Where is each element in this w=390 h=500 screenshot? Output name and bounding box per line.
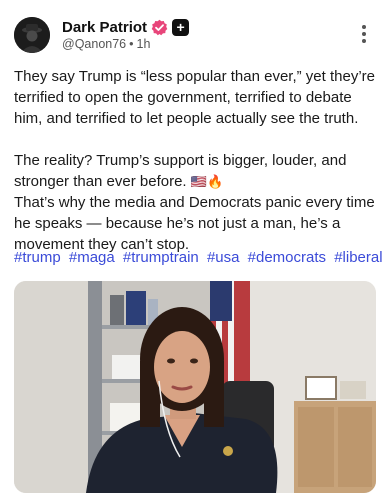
- meta-separator: •: [129, 37, 134, 51]
- hashtag-link[interactable]: #trumptrain: [123, 249, 199, 266]
- post-card: Dark Patriot + @Qanon76 • 1h They say Tr…: [0, 0, 390, 500]
- more-options-icon[interactable]: [358, 25, 370, 45]
- post-timestamp: 1h: [136, 37, 151, 51]
- flag-fire-emoji: 🇺🇸🔥: [190, 174, 224, 189]
- author-handle[interactable]: @Qanon76: [62, 37, 126, 51]
- author-name-row: Dark Patriot +: [62, 17, 190, 37]
- hashtag-link[interactable]: #trump: [14, 249, 61, 266]
- post-paragraph-2: The reality? Trump’s support is bigger, …: [14, 150, 378, 192]
- avatar[interactable]: [14, 17, 50, 53]
- verified-badge-icon: [151, 19, 168, 36]
- hashtag-link[interactable]: #liberal: [334, 249, 382, 266]
- post-header: Dark Patriot + @Qanon76 • 1h: [14, 14, 376, 56]
- post-body: They say Trump is “less popular than eve…: [14, 66, 378, 255]
- post-video[interactable]: [14, 281, 376, 493]
- plus-badge-icon: +: [172, 18, 190, 36]
- hashtag-link[interactable]: #democrats: [248, 249, 326, 266]
- hashtag-list: #trump #maga #trumptrain #usa #democrats…: [14, 247, 383, 268]
- author-meta: @Qanon76 • 1h: [62, 37, 150, 51]
- post-paragraph-1: They say Trump is “less popular than eve…: [14, 68, 375, 127]
- hashtag-link[interactable]: #usa: [207, 249, 240, 266]
- hashtag-link[interactable]: #maga: [69, 249, 115, 266]
- author-name[interactable]: Dark Patriot: [62, 19, 147, 36]
- post-paragraph-2-line-1: The reality? Trump’s support is bigger, …: [14, 152, 347, 190]
- post-paragraph-3: That’s why the media and Democrats panic…: [14, 194, 375, 253]
